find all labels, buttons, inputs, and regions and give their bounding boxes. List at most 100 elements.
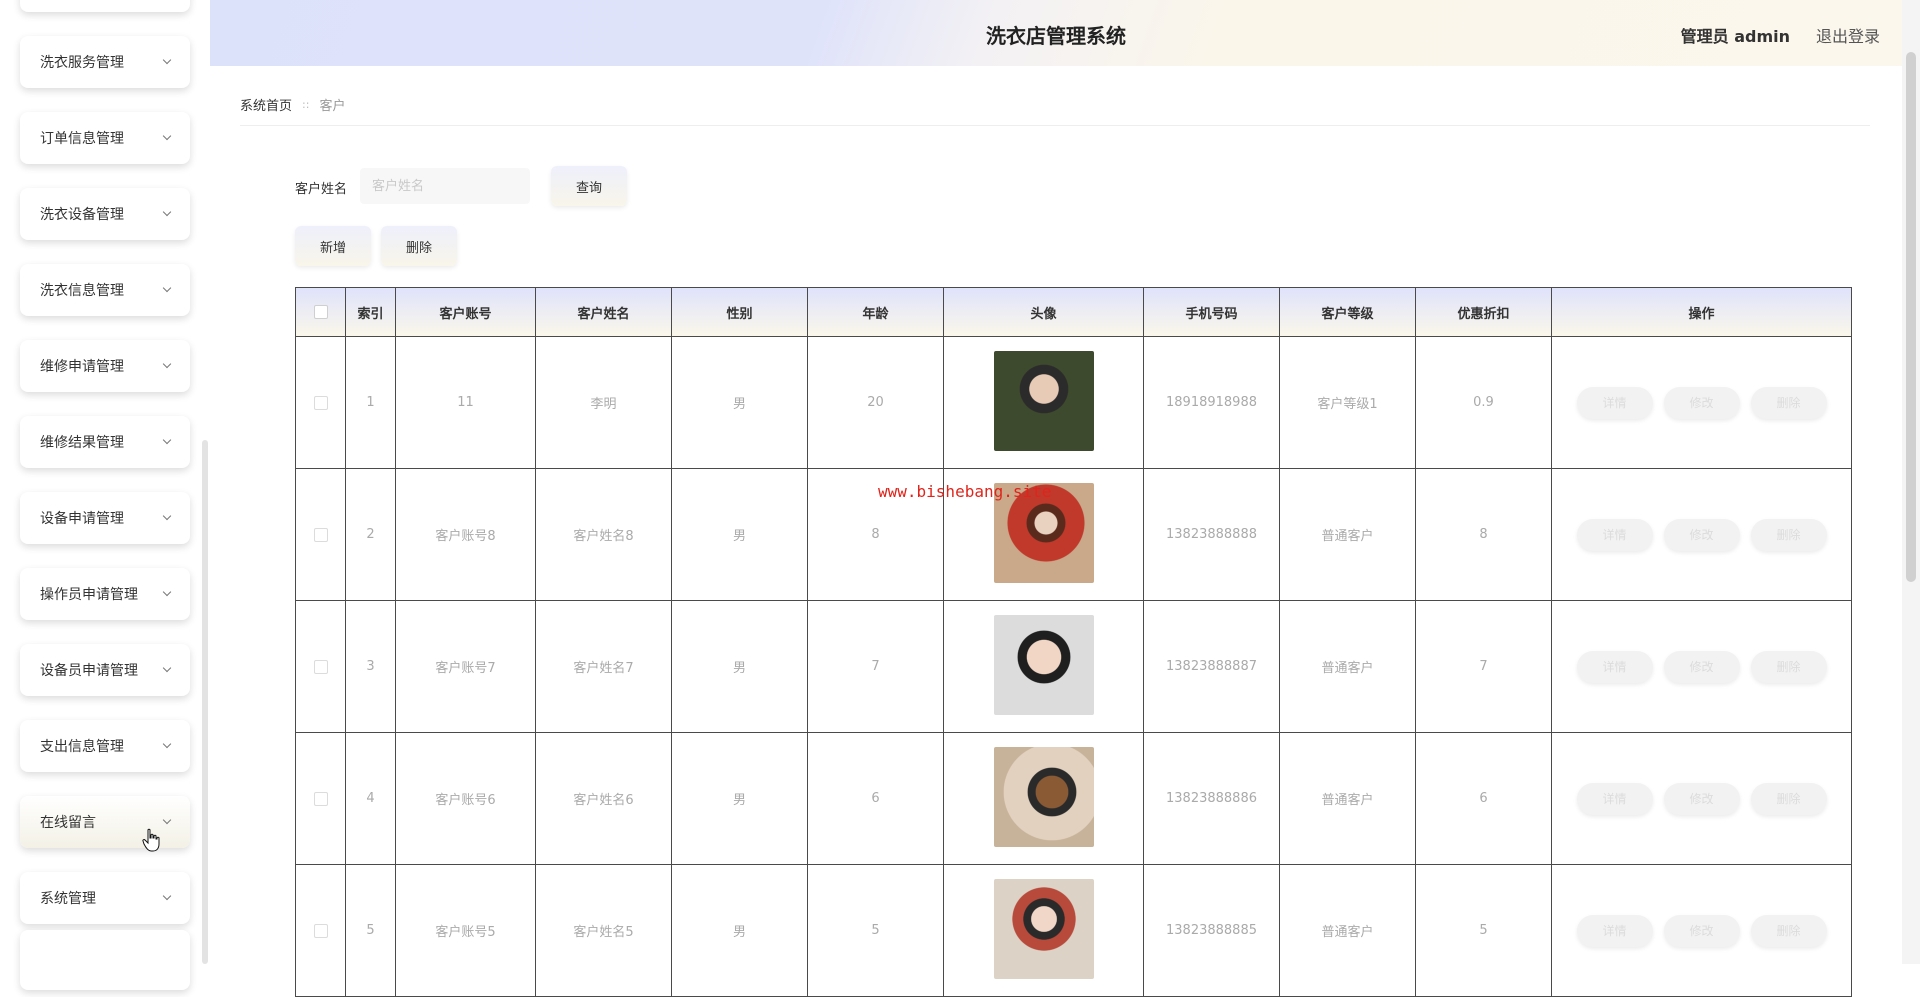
gender-cell: 男	[671, 468, 808, 601]
column-header: 优惠折扣	[1415, 287, 1552, 337]
delete-button[interactable]: 删除	[1750, 782, 1827, 815]
avatar-cell	[943, 600, 1144, 733]
edit-button[interactable]: 修改	[1663, 782, 1740, 815]
account-cell: 客户账号6	[395, 732, 536, 865]
avatar-cell	[943, 336, 1144, 469]
page-scrollbar-thumb[interactable]	[1906, 52, 1916, 582]
chevron-down-icon	[162, 663, 172, 673]
age-cell: 7	[807, 600, 944, 733]
chevron-down-icon	[162, 359, 172, 369]
row-select-cell	[295, 468, 346, 601]
table-row: 1 11 李明 男 20 18918918988 客户等级1 0.9 详情 修改…	[295, 336, 1852, 469]
discount-cell: 8	[1415, 468, 1552, 601]
sidebar-item-label: 系统管理	[40, 891, 96, 907]
sidebar-item-repair-request[interactable]: 维修申请管理	[20, 340, 190, 392]
column-header: 性别	[671, 287, 808, 337]
detail-button[interactable]: 详情	[1576, 518, 1653, 551]
detail-button[interactable]: 详情	[1576, 914, 1653, 947]
discount-cell: 0.9	[1415, 336, 1552, 469]
column-header: 年龄	[807, 287, 944, 337]
level-cell: 普通客户	[1279, 600, 1416, 733]
sidebar-item-order-info[interactable]: 订单信息管理	[20, 112, 190, 164]
delete-button[interactable]: 删除	[1750, 650, 1827, 683]
account-cell: 客户账号5	[395, 864, 536, 997]
breadcrumb-home-link[interactable]: 系统首页	[240, 95, 292, 114]
breadcrumb-separator-icon: ::	[302, 98, 310, 111]
sidebar-item-laundry-equipment[interactable]: 洗衣设备管理	[20, 188, 190, 240]
batch-delete-button[interactable]: 删除	[381, 226, 457, 266]
sidebar-item-laundry-service[interactable]: 洗衣服务管理	[20, 36, 190, 88]
account-cell: 11	[395, 336, 536, 469]
sidebar-item-label: 维修结果管理	[40, 435, 124, 451]
sidebar-item-laundry-info[interactable]: 洗衣信息管理	[20, 264, 190, 316]
delete-button[interactable]: 删除	[1750, 386, 1827, 419]
sidebar-item-partial[interactable]	[20, 930, 190, 990]
row-checkbox[interactable]	[313, 659, 328, 674]
gender-cell: 男	[671, 732, 808, 865]
phone-cell: 13823888885	[1143, 864, 1280, 997]
edit-button[interactable]: 修改	[1663, 386, 1740, 419]
name-cell: 客户姓名5	[535, 864, 672, 997]
sidebar: 洗衣服务管理 订单信息管理 洗衣设备管理 洗衣信息管理 维修申请管理 维修结果管…	[0, 0, 210, 990]
actions-cell: 详情 修改 删除	[1551, 336, 1852, 469]
divider	[240, 125, 1870, 126]
table-header-row: 索引 客户账号 客户姓名 性别 年龄 头像 手机号码 客户等级 优惠折扣 操作	[295, 287, 1852, 337]
sidebar-item-label: 设备员申请管理	[40, 663, 138, 679]
sidebar-item-label: 设备申请管理	[40, 511, 124, 527]
sidebar-item-label: 维修申请管理	[40, 359, 124, 375]
detail-button[interactable]: 详情	[1576, 650, 1653, 683]
chevron-down-icon	[162, 207, 172, 217]
sidebar-item-expense-info[interactable]: 支出信息管理	[20, 720, 190, 772]
edit-button[interactable]: 修改	[1663, 914, 1740, 947]
table-row: 4 客户账号6 客户姓名6 男 6 13823888886 普通客户 6 详情 …	[295, 732, 1852, 865]
row-checkbox[interactable]	[313, 395, 328, 410]
chevron-down-icon	[162, 815, 172, 825]
sidebar-item-equipment-staff-request[interactable]: 设备员申请管理	[20, 644, 190, 696]
row-select-cell	[295, 732, 346, 865]
sidebar-scrollbar[interactable]	[202, 440, 208, 964]
table-row: 2 客户账号8 客户姓名8 男 8 13823888888 普通客户 8 详情 …	[295, 468, 1852, 601]
select-all-checkbox[interactable]	[313, 305, 328, 319]
delete-button[interactable]: 删除	[1750, 914, 1827, 947]
detail-button[interactable]: 详情	[1576, 386, 1653, 419]
index-cell: 1	[345, 336, 396, 469]
phone-cell: 13823888888	[1143, 468, 1280, 601]
chevron-down-icon	[162, 587, 172, 597]
sidebar-item-label: 操作员申请管理	[40, 587, 138, 603]
search-button[interactable]: 查询	[551, 166, 627, 206]
add-button[interactable]: 新增	[295, 226, 371, 266]
sidebar-item-repair-result[interactable]: 维修结果管理	[20, 416, 190, 468]
account-cell: 客户账号8	[395, 468, 536, 601]
row-checkbox[interactable]	[313, 923, 328, 938]
chevron-down-icon	[162, 739, 172, 749]
row-checkbox[interactable]	[313, 527, 328, 542]
column-header: 客户等级	[1279, 287, 1416, 337]
chevron-down-icon	[162, 891, 172, 901]
column-header: 操作	[1551, 287, 1852, 337]
delete-button[interactable]: 删除	[1750, 518, 1827, 551]
watermark-text: www.bishebang.site	[878, 482, 1052, 501]
sidebar-item-partial[interactable]	[20, 0, 190, 12]
account-cell: 客户账号7	[395, 600, 536, 733]
sidebar-item-label: 在线留言	[40, 815, 96, 831]
phone-cell: 13823888887	[1143, 600, 1280, 733]
app-title: 洗衣店管理系统	[986, 24, 1126, 48]
sidebar-item-system-management[interactable]: 系统管理	[20, 872, 190, 924]
avatar-cell	[943, 732, 1144, 865]
name-cell: 客户姓名8	[535, 468, 672, 601]
logout-link[interactable]: 退出登录	[1816, 23, 1880, 47]
sidebar-item-operator-request[interactable]: 操作员申请管理	[20, 568, 190, 620]
detail-button[interactable]: 详情	[1576, 782, 1653, 815]
sidebar-item-online-message[interactable]: 在线留言	[20, 796, 190, 848]
column-header: 手机号码	[1143, 287, 1280, 337]
gender-cell: 男	[671, 864, 808, 997]
name-cell: 客户姓名7	[535, 600, 672, 733]
sidebar-item-equipment-request[interactable]: 设备申请管理	[20, 492, 190, 544]
edit-button[interactable]: 修改	[1663, 518, 1740, 551]
row-checkbox[interactable]	[313, 791, 328, 806]
discount-cell: 7	[1415, 600, 1552, 733]
customer-name-search-input[interactable]	[360, 168, 530, 204]
gender-cell: 男	[671, 600, 808, 733]
gender-cell: 男	[671, 336, 808, 469]
edit-button[interactable]: 修改	[1663, 650, 1740, 683]
